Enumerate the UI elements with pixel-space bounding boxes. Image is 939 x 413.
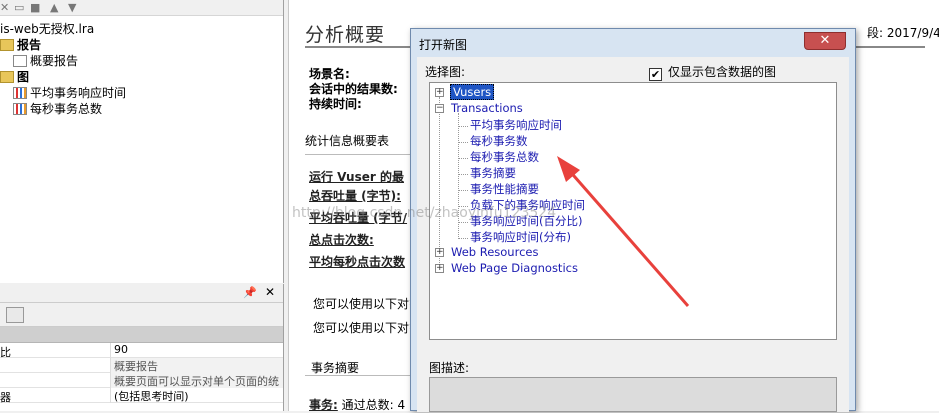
hint-text: 您可以使用以下对象 bbox=[313, 297, 422, 311]
document-icon bbox=[13, 55, 27, 67]
summary-report-label: 概要报告 bbox=[30, 54, 79, 68]
section-divider bbox=[305, 154, 425, 155]
summary-report-node[interactable]: 概要报告 bbox=[13, 52, 78, 69]
tree-connector bbox=[439, 97, 440, 271]
move-down-icon[interactable]: ▼ bbox=[68, 1, 76, 14]
collapse-toggle[interactable]: − bbox=[435, 104, 444, 113]
pin-icon[interactable]: 📌 bbox=[243, 286, 257, 299]
tree-node-web-page-diagnostics[interactable]: Web Page Diagnostics bbox=[451, 261, 578, 275]
tree-connector bbox=[458, 222, 468, 223]
graph-label: 平均事务响应时间 bbox=[30, 86, 127, 100]
tree-connector bbox=[458, 206, 468, 207]
close-icon: ✕ bbox=[819, 33, 831, 48]
graph-node-total-tps[interactable]: 每秒事务总数 bbox=[13, 100, 102, 117]
tree-node-graph[interactable]: 事务响应时间(百分比) bbox=[470, 213, 582, 229]
tree-node-graph[interactable]: 每秒事务数 bbox=[470, 133, 528, 149]
stop-icon[interactable]: ■ bbox=[30, 1, 40, 14]
hint-text: 您可以使用以下对象 bbox=[313, 321, 422, 335]
property-value: 90 bbox=[110, 343, 283, 358]
tree-connector bbox=[458, 238, 468, 239]
property-row[interactable]: 概要页面可以显示对单个页面的统 bbox=[0, 373, 283, 388]
property-value: 概要页面可以显示对单个页面的统 bbox=[110, 373, 283, 388]
graph-description-box bbox=[429, 377, 837, 412]
tree-node-graph[interactable]: 平均事务响应时间 bbox=[470, 117, 562, 133]
passed-total: 通过总数: 4 bbox=[341, 398, 406, 412]
tree-node-label: Vusers bbox=[450, 84, 495, 100]
move-up-icon[interactable]: ▲ bbox=[50, 1, 58, 14]
select-graph-label: 选择图: bbox=[425, 65, 466, 79]
property-key: 器 bbox=[0, 391, 11, 404]
show-only-with-data-checkbox[interactable]: ✔ 仅显示包含数据的图 bbox=[649, 63, 776, 81]
graph-tree[interactable]: + Vusers − Transactions 平均事务响应时间 每秒事务数 每… bbox=[429, 82, 837, 340]
open-new-graph-dialog: 打开新图 ✕ 选择图: ✔ 仅显示包含数据的图 + Vusers − Transa… bbox=[410, 28, 856, 412]
property-value: (包括思考时间) bbox=[110, 388, 283, 403]
avg-throughput-link[interactable]: 平均吞吐量 (字节/ bbox=[309, 209, 407, 226]
folder-icon bbox=[0, 39, 14, 51]
dialog-title: 打开新图 bbox=[419, 38, 468, 52]
tree-node-graph[interactable]: 每秒事务总数 bbox=[470, 149, 539, 165]
graph-node-avg-response[interactable]: 平均事务响应时间 bbox=[13, 84, 126, 101]
tree-connector bbox=[458, 113, 459, 239]
expand-toggle[interactable]: + bbox=[435, 264, 444, 273]
properties-pane: 📌 ✕ 比 90 概要报告 概要页面可以显示对单个页面的统 器 (包括思考时间) bbox=[0, 284, 284, 411]
graphs-label: 图 bbox=[17, 70, 30, 84]
tree-connector bbox=[458, 126, 468, 127]
tree-toolbar: ✕ ▭ ■ ▲ ▼ bbox=[0, 0, 283, 16]
property-row[interactable]: 概要报告 bbox=[0, 358, 283, 373]
section-divider bbox=[305, 375, 415, 376]
graphs-node[interactable]: 图 bbox=[0, 68, 29, 85]
stats-heading: 统计信息概要表 bbox=[305, 134, 390, 148]
property-value: 概要报告 bbox=[110, 358, 283, 373]
tree-node-graph[interactable]: 事务响应时间(分布) bbox=[470, 229, 571, 245]
total-throughput-link[interactable]: 总吞吐量 (字节): bbox=[309, 187, 401, 204]
tree-node-graph[interactable]: 事务摘要 bbox=[470, 165, 516, 181]
tree-node-graph[interactable]: 事务性能摘要 bbox=[470, 181, 539, 197]
delete-icon[interactable]: ✕ bbox=[0, 1, 9, 14]
tree-connector bbox=[458, 142, 468, 143]
chart-icon bbox=[13, 103, 27, 115]
expand-toggle[interactable]: + bbox=[435, 88, 444, 97]
chart-icon bbox=[13, 87, 27, 99]
total-hits-link[interactable]: 总点击次数: bbox=[309, 231, 374, 248]
checkbox-label: 仅显示包含数据的图 bbox=[668, 65, 777, 79]
avg-hits-link[interactable]: 平均每秒点击次数 bbox=[309, 253, 405, 270]
period-text: 段: 2017/9/4 9 bbox=[867, 26, 939, 40]
tree-node-vusers[interactable]: Vusers bbox=[450, 84, 495, 100]
tree-node-graph[interactable]: 负载下的事务响应时间 bbox=[470, 197, 585, 213]
properties-header bbox=[0, 327, 283, 343]
tree-node-web-resources[interactable]: Web Resources bbox=[451, 245, 538, 259]
folder-icon bbox=[0, 71, 14, 83]
session-label: is-web无授权.lra bbox=[0, 22, 95, 36]
tree-connector bbox=[458, 174, 468, 175]
graph-label: 每秒事务总数 bbox=[30, 102, 103, 116]
property-row[interactable]: 比 90 bbox=[0, 343, 283, 359]
transaction-summary-heading: 事务摘要 bbox=[311, 361, 360, 375]
reports-node[interactable]: 报告 bbox=[0, 36, 41, 53]
close-button[interactable]: ✕ bbox=[804, 32, 846, 50]
property-pages-button[interactable] bbox=[6, 307, 24, 323]
run-vuser-link[interactable]: 运行 Vuser 的最 bbox=[309, 168, 404, 185]
transactions-link[interactable]: 事务: bbox=[309, 398, 338, 412]
graph-description-label: 图描述: bbox=[429, 361, 470, 375]
checkbox-check-icon: ✔ bbox=[649, 68, 662, 81]
transactions-line: 事务: 通过总数: 4 bbox=[309, 396, 405, 413]
tree-connector bbox=[458, 190, 468, 191]
properties-title-bar: 📌 ✕ bbox=[0, 284, 283, 303]
close-icon[interactable]: ✕ bbox=[265, 285, 275, 299]
session-node[interactable]: is-web无授权.lra bbox=[0, 20, 94, 37]
tree-node-transactions[interactable]: Transactions bbox=[451, 101, 523, 115]
property-row[interactable]: 器 (包括思考时间) bbox=[0, 388, 283, 404]
reports-label: 报告 bbox=[17, 38, 42, 52]
expand-toggle[interactable]: + bbox=[435, 248, 444, 257]
analysis-tree-pane: ✕ ▭ ■ ▲ ▼ is-web无授权.lra 报告 概要报告 图 平均事务响应… bbox=[0, 0, 284, 283]
page-title: 分析概要 bbox=[305, 24, 386, 46]
properties-toolbar bbox=[0, 303, 283, 327]
copy-icon[interactable]: ▭ bbox=[14, 1, 24, 14]
duration-label: 持续时间: bbox=[309, 97, 362, 111]
tree-connector bbox=[458, 158, 468, 159]
